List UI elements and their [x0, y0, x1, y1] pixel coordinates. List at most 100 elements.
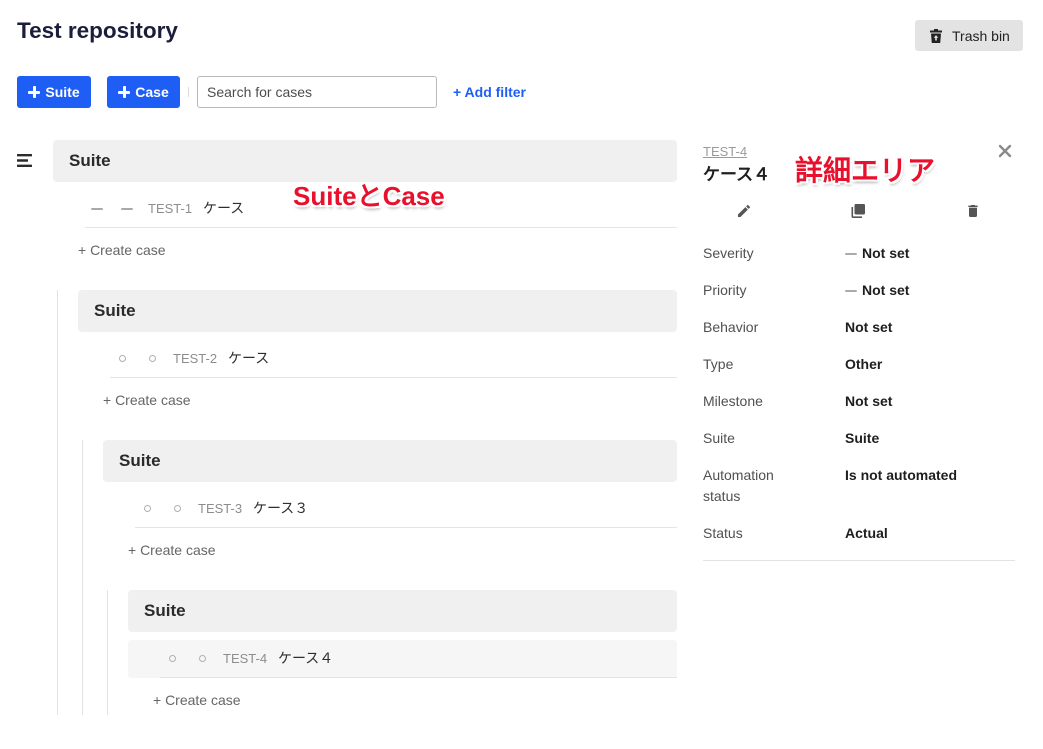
- case-id: TEST-2: [173, 351, 218, 366]
- child-suites: Suite TEST-3 ケース３ + Create case Suite TE…: [82, 440, 677, 715]
- case-row-content: TEST-2 ケース: [110, 340, 677, 378]
- field-value: Is not automated: [845, 467, 958, 483]
- toolbar-divider: [188, 87, 189, 97]
- add-suite-button[interactable]: Suite: [17, 76, 91, 108]
- delete-button[interactable]: [965, 203, 981, 219]
- detail-case-title: ケース４: [703, 165, 771, 184]
- create-case-link[interactable]: + Create case: [128, 542, 216, 558]
- suite-block: Suite TEST-2 ケース + Create case Suite TES…: [78, 290, 677, 715]
- suite-block: Suite TEST-3 ケース３ + Create case Suite TE…: [103, 440, 677, 715]
- dash-icon: [91, 208, 103, 210]
- plus-icon: [118, 86, 131, 98]
- dash-icon: [121, 208, 133, 210]
- pencil-icon: [738, 204, 751, 217]
- suite-name: Suite: [119, 451, 161, 470]
- circle-icon: [198, 655, 206, 662]
- detail-fields: Severity Not set Priority Not set Behavi…: [703, 243, 1015, 560]
- field-value-text: Not set: [862, 282, 910, 298]
- field-value: Not set: [845, 243, 1015, 264]
- suite-block: Suite TEST-4 ケース４ + Create case: [128, 590, 677, 715]
- field-type: Type Other: [703, 354, 1015, 375]
- case-id: TEST-1: [148, 201, 193, 216]
- case-title: ケース: [228, 350, 270, 366]
- field-label: Priority: [703, 282, 747, 298]
- trash-restore-icon: [930, 28, 942, 43]
- close-icon[interactable]: [998, 144, 1012, 158]
- field-value: Actual: [845, 525, 888, 541]
- field-behavior: Behavior Not set: [703, 317, 1015, 338]
- create-case-row: + Create case: [53, 240, 677, 260]
- copy-icon: [851, 204, 865, 218]
- case-row[interactable]: TEST-3 ケース３: [103, 490, 677, 528]
- field-label: Severity: [703, 245, 754, 261]
- suite-header[interactable]: Suite: [103, 440, 677, 482]
- suite-name: Suite: [144, 601, 186, 620]
- circle-icon: [168, 655, 176, 662]
- field-status: Status Actual: [703, 523, 1015, 544]
- dash-icon: [845, 252, 857, 255]
- create-case-row: + Create case: [128, 690, 677, 710]
- edit-button[interactable]: [736, 203, 752, 219]
- create-case-link[interactable]: + Create case: [103, 392, 191, 408]
- suite-block: Suite TEST-1 ケース + Create case Suite TES…: [53, 140, 677, 715]
- field-severity: Severity Not set: [703, 243, 1015, 264]
- case-title: ケース: [203, 200, 245, 216]
- child-suites: Suite TEST-2 ケース + Create case Suite TES…: [57, 290, 677, 715]
- add-case-label: Case: [135, 84, 169, 100]
- suite-name: Suite: [69, 151, 111, 170]
- field-value: Other: [845, 356, 883, 372]
- trash-icon: [968, 205, 978, 217]
- circle-icon: [143, 505, 151, 512]
- add-case-button[interactable]: Case: [107, 76, 180, 108]
- field-label: Behavior: [703, 319, 759, 335]
- create-case-row: + Create case: [103, 540, 677, 560]
- suite-header[interactable]: Suite: [128, 590, 677, 632]
- create-case-link[interactable]: + Create case: [153, 692, 241, 708]
- circle-icon: [148, 355, 156, 362]
- trash-bin-label: Trash bin: [952, 27, 1010, 44]
- field-label: Type: [703, 356, 734, 372]
- case-title: ケース４: [278, 650, 334, 666]
- trash-bin-button[interactable]: Trash bin: [915, 20, 1023, 51]
- field-label: Status: [703, 525, 743, 541]
- case-row-selected[interactable]: TEST-4 ケース４: [128, 640, 677, 678]
- field-milestone: Milestone Not set: [703, 391, 1015, 412]
- detail-divider: [703, 560, 1015, 561]
- annotation-suite-and-case: SuiteとCase: [293, 181, 445, 211]
- field-value: Suite: [845, 430, 880, 446]
- field-label: Automation status: [703, 467, 774, 504]
- add-suite-label: Suite: [45, 84, 80, 100]
- search-input[interactable]: [197, 76, 437, 108]
- detail-case-id-link[interactable]: TEST-4: [703, 144, 747, 160]
- field-value: Not set: [845, 393, 893, 409]
- field-suite: Suite Suite: [703, 428, 1015, 449]
- annotation-detail-area: 詳細エリア: [795, 155, 936, 186]
- suite-header[interactable]: Suite: [53, 140, 677, 182]
- field-automation-status: Automation status Is not automated: [703, 465, 1015, 507]
- suite-name: Suite: [94, 301, 136, 320]
- suite-tree: Suite TEST-1 ケース + Create case Suite TES…: [53, 140, 677, 715]
- case-id: TEST-3: [198, 501, 243, 516]
- dash-icon: [845, 289, 857, 292]
- field-value: Not set: [845, 319, 893, 335]
- field-value-text: Not set: [862, 245, 910, 261]
- field-priority: Priority Not set: [703, 280, 1015, 301]
- case-title: ケース３: [253, 500, 309, 516]
- circle-icon: [118, 355, 126, 362]
- child-suites: Suite TEST-4 ケース４ + Create case: [107, 590, 677, 715]
- case-row[interactable]: TEST-2 ケース: [78, 340, 677, 378]
- create-case-row: + Create case: [78, 390, 677, 410]
- page-title: Test repository: [17, 18, 178, 43]
- case-row-content: TEST-4 ケース４: [160, 640, 677, 678]
- case-id: TEST-4: [223, 651, 268, 666]
- copy-button[interactable]: [850, 203, 866, 219]
- suite-header[interactable]: Suite: [78, 290, 677, 332]
- add-filter-link[interactable]: + Add filter: [453, 76, 526, 108]
- field-label: Suite: [703, 430, 735, 446]
- case-row-content: TEST-3 ケース３: [135, 490, 677, 528]
- create-case-link[interactable]: + Create case: [78, 242, 166, 258]
- circle-icon: [173, 505, 181, 512]
- field-value: Not set: [845, 280, 1015, 301]
- field-label: Milestone: [703, 393, 763, 409]
- tree-menu-icon[interactable]: [17, 154, 33, 167]
